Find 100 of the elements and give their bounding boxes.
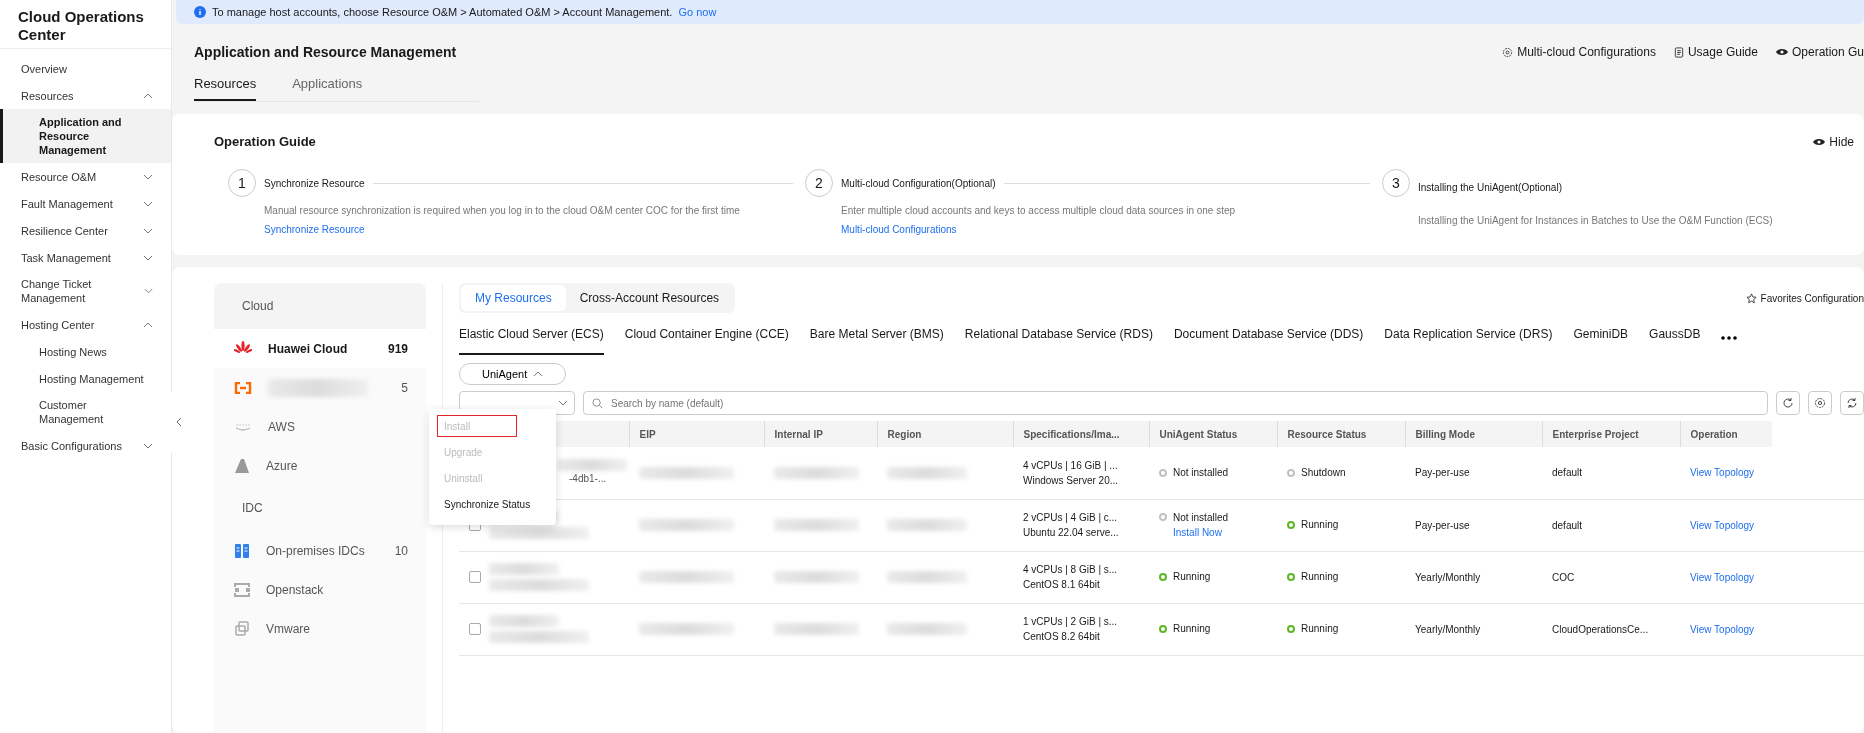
spec-text: 4 vCPUs | 16 GiB | ... [1023,458,1119,473]
service-tab[interactable]: Data Replication Service (DRS) [1384,321,1553,355]
column-header: UniAgent Status [1149,421,1277,447]
step-link[interactable]: Multi-cloud Configurations [841,224,957,235]
nav-item[interactable]: Hosting Center [0,311,171,338]
server-rack-icon [234,542,250,559]
menu-item[interactable]: Synchronize Status [437,493,548,515]
view-topology-link[interactable]: View Topology [1690,467,1755,479]
column-header: Resource Status [1277,421,1405,447]
page-tab[interactable]: Applications [292,76,363,101]
nav-item[interactable]: Change Ticket Management [0,271,171,311]
column-header: Enterprise Project [1542,421,1680,447]
blurred-name [489,563,559,575]
nav-item[interactable]: Fault Management [0,190,171,217]
search-icon [592,397,603,409]
banner-text: To manage host accounts, choose Resource O&M > Automated O&M > Account Management. [212,6,673,18]
uniagent-button[interactable]: UniAgent [459,363,567,385]
nav-item[interactable]: Customer Management [0,392,171,432]
source-item[interactable]: Openstack [214,570,426,609]
nav-item[interactable]: Resource O&M [0,163,171,190]
document-icon [1673,46,1684,58]
gear-icon [1502,46,1514,58]
header-action-link[interactable]: Usage Guide [1673,45,1758,59]
source-name: Openstack [266,582,325,597]
view-topology-link[interactable]: View Topology [1690,571,1755,583]
install-now-link[interactable]: Install Now [1173,527,1222,539]
squares-logo-icon [234,620,250,637]
settings-button[interactable] [1808,391,1832,415]
step-description: Installing the UniAgent for Instances in Batches to Use the O&M Function (ECS) [1418,214,1774,228]
status-text: Running [1301,570,1339,585]
scope-tab[interactable]: Cross-Account Resources [565,285,734,311]
service-tab[interactable]: Document Database Service (DDS) [1173,321,1364,355]
header-action-link[interactable]: Operation Gu [1775,45,1864,59]
project-text: COC [1552,571,1575,583]
search-input[interactable]: Search by name (default) [609,396,1759,410]
eye-icon [1813,137,1826,146]
status-text: Running [1301,622,1339,637]
header-action-link[interactable]: Multi-cloud Configurations [1502,45,1656,59]
favorites-link[interactable]: Favorites Configuration [1745,292,1864,304]
nav-item[interactable]: Application and Resource Management [0,109,171,163]
sync-button[interactable] [1840,391,1864,415]
source-name: AWS [268,419,296,434]
row-checkbox[interactable] [469,571,481,583]
source-item[interactable]: 5 [214,368,426,407]
billing-text: Pay-per-use [1415,467,1470,479]
instance-id: -4db1-... [569,472,608,487]
view-topology-link[interactable]: View Topology [1690,519,1755,531]
billing-text: Yearly/Monthly [1415,623,1481,635]
source-name: Huawei Cloud [268,341,349,356]
refresh-icon [1782,397,1794,409]
hide-button[interactable]: Hide [1813,134,1854,149]
project-text: default [1552,467,1583,479]
status-text: Not installed [1173,466,1229,480]
status-text: Running [1173,570,1211,585]
view-topology-link[interactable]: View Topology [1690,623,1755,635]
source-item[interactable]: Huawei Cloud 919 [214,329,426,368]
step-link[interactable]: Synchronize Resource [264,224,365,235]
page-tab[interactable]: Resources [194,76,257,101]
nav-item[interactable]: Resilience Center [0,217,171,244]
service-tab[interactable]: GaussDB [1649,321,1701,355]
source-name: Vmware [266,621,311,636]
search-field[interactable]: Search by name (default) [583,391,1768,415]
app-title: Cloud Operations Center [0,8,171,49]
spec-text: 2 vCPUs | 4 GiB | c... [1023,511,1119,525]
service-tab[interactable]: Cloud Container Engine (CCE) [624,321,789,355]
nav-item[interactable]: Task Management [0,244,171,271]
source-name: Azure [266,458,299,473]
row-checkbox[interactable] [469,623,481,635]
chevron-left-icon [176,417,182,427]
status-text: Shutdown [1301,466,1346,480]
billing-text: Pay-per-use [1415,519,1470,531]
go-now-link[interactable]: Go now [678,6,717,18]
service-tab[interactable]: Bare Metal Server (BMS) [809,321,944,355]
source-section-title: IDC [241,500,264,517]
image-text: Windows Server 20... [1023,473,1120,488]
sync-icon [1846,397,1858,409]
service-tab[interactable]: GeminiDB [1573,321,1629,355]
refresh-button[interactable] [1776,391,1800,415]
source-item[interactable]: AWS [214,407,426,446]
service-tab[interactable]: Elastic Cloud Server (ECS) [459,321,604,355]
scope-tab[interactable]: My Resources [461,285,566,311]
step-description: Enter multiple cloud accounts and keys to access multiple cloud data sources in one step [841,205,1237,216]
nav-item[interactable]: Basic Configurations [0,432,171,459]
filter-select[interactable] [459,391,575,415]
source-item[interactable]: Vmware [214,609,426,648]
source-item[interactable]: On-premises IDCs 10 [214,531,426,570]
source-item[interactable]: Azure [214,446,426,485]
nav-item[interactable]: Overview [0,55,171,82]
spec-text: 1 vCPUs | 2 GiB | s... [1023,615,1119,629]
nav-item[interactable]: Hosting News [0,338,171,365]
more-icon[interactable] [1721,336,1738,340]
a-logo-icon [234,457,250,474]
image-text: Ubuntu 22.04 serve... [1023,526,1120,540]
service-tab[interactable]: Relational Database Service (RDS) [964,321,1153,355]
nav-item[interactable]: Hosting Management [0,365,171,392]
step-title: Synchronize Resource [264,177,365,189]
nav-item[interactable]: Resources [0,82,171,109]
page-title: Application and Resource Management [194,44,457,60]
status-text: Running [1173,622,1211,637]
spec-text: 4 vCPUs | 8 GiB | s... [1023,563,1119,577]
